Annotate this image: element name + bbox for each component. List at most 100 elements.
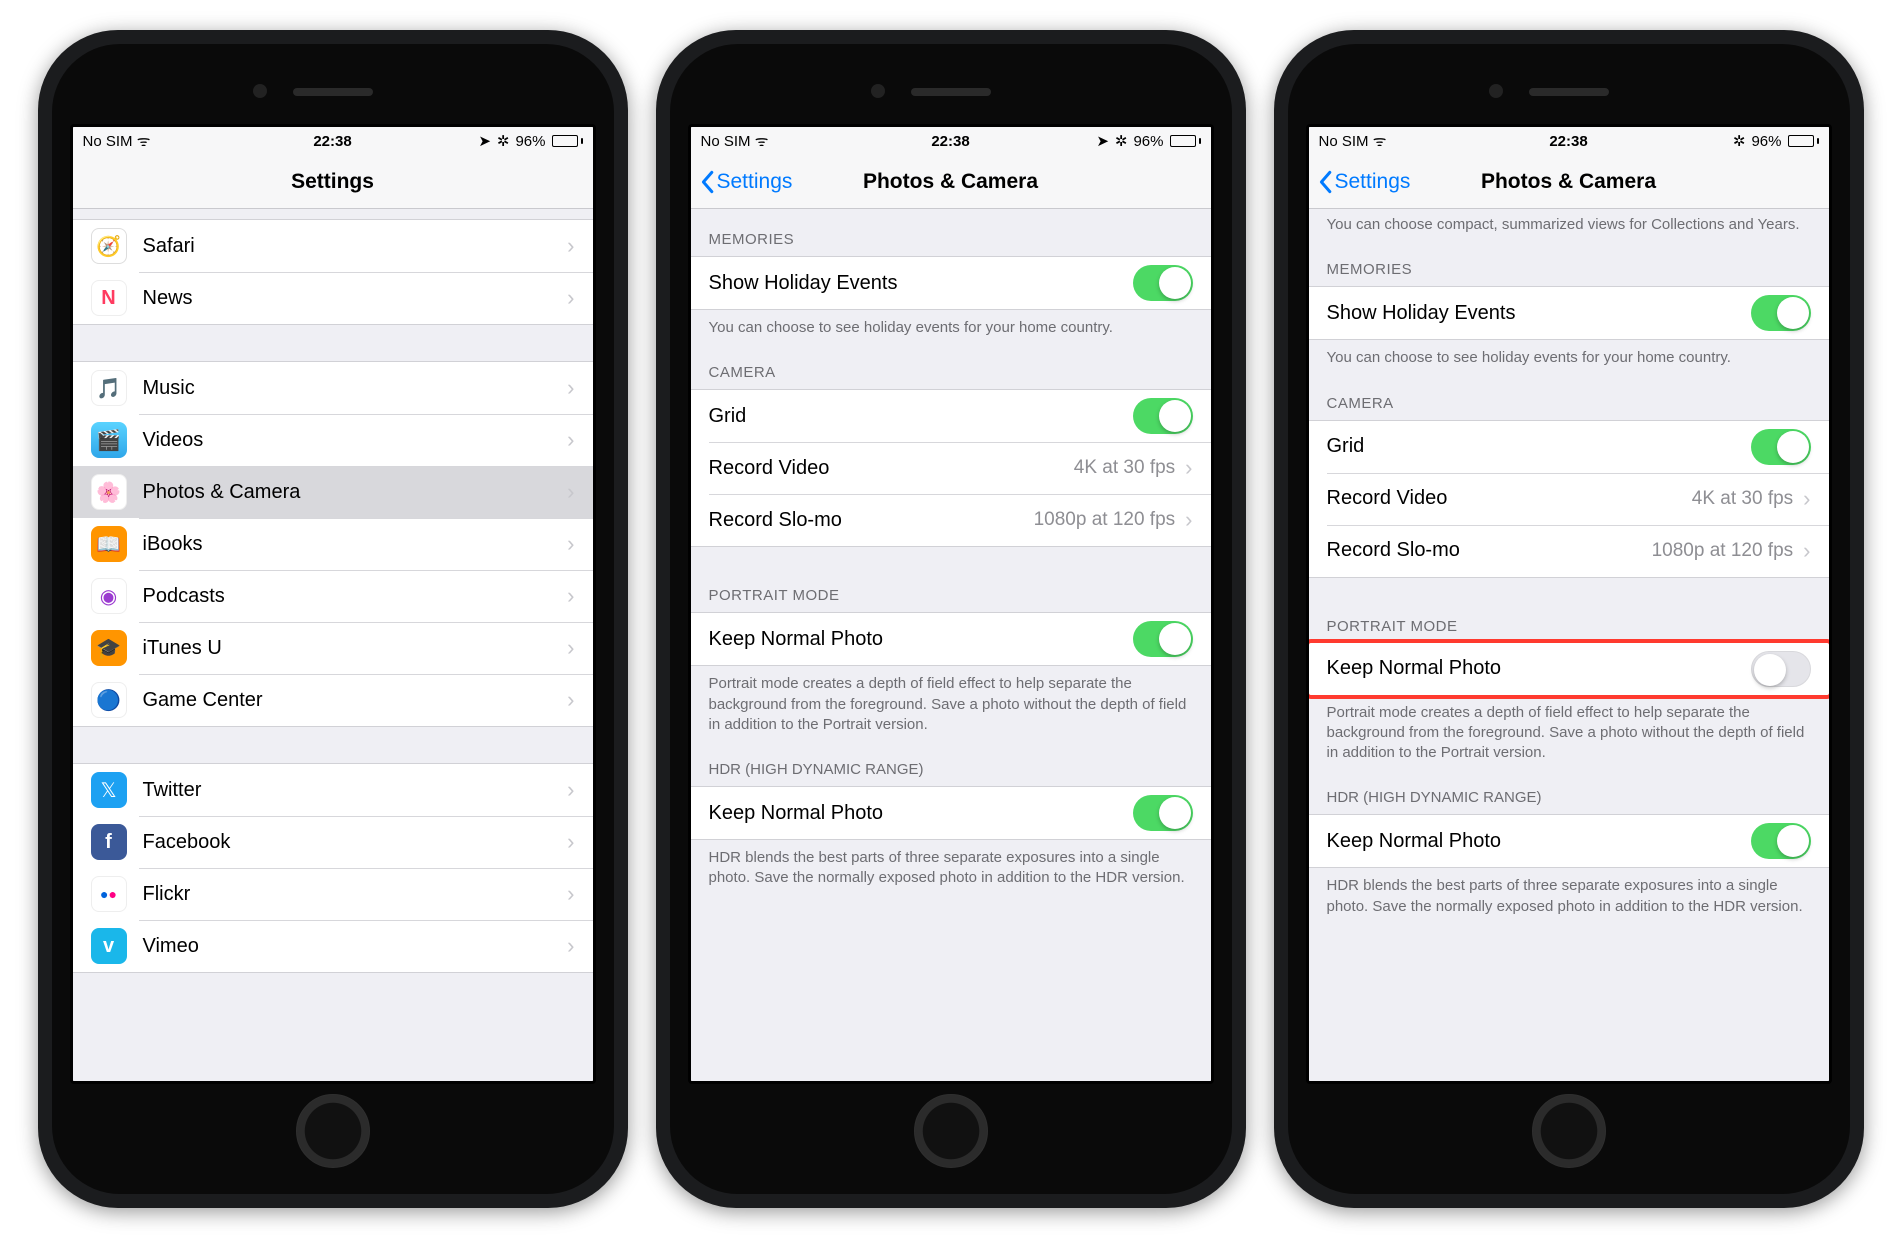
section-footer-memories: You can choose to see holiday events for…	[1309, 340, 1829, 372]
navbar: Settings Photos & Camera	[691, 155, 1211, 209]
row-label: Twitter	[143, 779, 568, 802]
music-icon: 🎵	[91, 370, 127, 406]
toggle-grid[interactable]	[1133, 398, 1193, 434]
settings-row-flickr[interactable]: ●● Flickr ›	[73, 868, 593, 920]
settings-row-photos-camera[interactable]: 🌸 Photos & Camera ›	[73, 466, 593, 518]
settings-row-ibooks[interactable]: 📖 iBooks ›	[73, 518, 593, 570]
row-label: Music	[143, 377, 568, 400]
settings-row-music[interactable]: 🎵 Music ›	[73, 362, 593, 414]
chevron-right-icon: ›	[567, 583, 574, 609]
settings-row-gamecenter[interactable]: 🔵 Game Center ›	[73, 674, 593, 726]
clock: 22:38	[73, 133, 593, 150]
row-record-slomo[interactable]: Record Slo-mo 1080p at 120 fps ›	[691, 494, 1211, 546]
section-footer-hdr: HDR blends the best parts of three separ…	[1309, 868, 1829, 921]
settings-row-vimeo[interactable]: v Vimeo ›	[73, 920, 593, 972]
page-title: Photos & Camera	[863, 170, 1038, 194]
toggle-show-holiday-events[interactable]	[1133, 265, 1193, 301]
row-grid[interactable]: Grid	[691, 390, 1211, 442]
home-button[interactable]	[296, 1094, 370, 1168]
settings-row-facebook[interactable]: f Facebook ›	[73, 816, 593, 868]
home-button[interactable]	[1532, 1094, 1606, 1168]
section-header-hdr: HDR (HIGH DYNAMIC RANGE)	[1309, 767, 1829, 814]
row-detail: 4K at 30 fps	[1692, 488, 1793, 510]
toggle-grid[interactable]	[1751, 429, 1811, 465]
row-portrait-keep-normal[interactable]: Keep Normal Photo	[1309, 643, 1829, 695]
section-header-portrait: PORTRAIT MODE	[1309, 578, 1829, 643]
row-label: Show Holiday Events	[709, 272, 1133, 295]
highlighted-portrait-row: Keep Normal Photo	[1309, 639, 1829, 699]
toggle-show-holiday-events[interactable]	[1751, 295, 1811, 331]
settings-row-safari[interactable]: 🧭 Safari ›	[73, 220, 593, 272]
toggle-portrait-keep-normal[interactable]	[1751, 651, 1811, 687]
row-grid[interactable]: Grid	[1309, 421, 1829, 473]
vimeo-icon: v	[91, 928, 127, 964]
row-label: Record Video	[709, 457, 1074, 480]
section-header-memories: MEMORIES	[691, 209, 1211, 256]
chevron-right-icon: ›	[1803, 486, 1810, 512]
row-label: Facebook	[143, 831, 568, 854]
row-hdr-keep-normal[interactable]: Keep Normal Photo	[1309, 815, 1829, 867]
row-label: Keep Normal Photo	[1327, 830, 1751, 853]
row-label: Grid	[709, 405, 1133, 428]
toggle-hdr-keep-normal[interactable]	[1751, 823, 1811, 859]
chevron-right-icon: ›	[567, 933, 574, 959]
row-show-holiday-events[interactable]: Show Holiday Events	[1309, 287, 1829, 339]
section-footer-memories: You can choose to see holiday events for…	[691, 310, 1211, 342]
row-label: News	[143, 287, 568, 310]
page-title: Photos & Camera	[1481, 170, 1656, 194]
status-bar: No SIM ᯤ 22:38 ➤ ✲ 96%	[691, 127, 1211, 155]
row-record-video[interactable]: Record Video 4K at 30 fps ›	[1309, 473, 1829, 525]
row-record-video[interactable]: Record Video 4K at 30 fps ›	[691, 442, 1211, 494]
top-note: You can choose compact, summarized views…	[1309, 209, 1829, 239]
settings-row-twitter[interactable]: 𝕏 Twitter ›	[73, 764, 593, 816]
itunesu-icon: 🎓	[91, 630, 127, 666]
row-portrait-keep-normal[interactable]: Keep Normal Photo	[691, 613, 1211, 665]
chevron-right-icon: ›	[567, 635, 574, 661]
settings-row-videos[interactable]: 🎬 Videos ›	[73, 414, 593, 466]
screen-photos-camera-off: No SIM ᯤ 22:38 ✲ 96% Settings Photos & C…	[1306, 124, 1832, 1084]
row-label: Record Video	[1327, 487, 1692, 510]
chevron-right-icon: ›	[1185, 507, 1192, 533]
row-label: Keep Normal Photo	[709, 628, 1133, 651]
screen-settings: No SIM ᯤ 22:38 ➤ ✲ 96% Settings 🧭 Safari…	[70, 124, 596, 1084]
flickr-icon: ●●	[91, 876, 127, 912]
row-detail: 1080p at 120 fps	[1652, 540, 1794, 562]
row-label: Vimeo	[143, 935, 568, 958]
row-label: Record Slo-mo	[709, 509, 1034, 532]
settings-row-news[interactable]: N News ›	[73, 272, 593, 324]
back-button[interactable]: Settings	[1317, 170, 1411, 194]
chevron-right-icon: ›	[567, 531, 574, 557]
home-button[interactable]	[914, 1094, 988, 1168]
settings-row-podcasts[interactable]: ◉ Podcasts ›	[73, 570, 593, 622]
toggle-portrait-keep-normal[interactable]	[1133, 621, 1193, 657]
row-hdr-keep-normal[interactable]: Keep Normal Photo	[691, 787, 1211, 839]
gamecenter-icon: 🔵	[91, 682, 127, 718]
status-bar: No SIM ᯤ 22:38 ✲ 96%	[1309, 127, 1829, 155]
row-record-slomo[interactable]: Record Slo-mo 1080p at 120 fps ›	[1309, 525, 1829, 577]
row-show-holiday-events[interactable]: Show Holiday Events	[691, 257, 1211, 309]
news-icon: N	[91, 280, 127, 316]
chevron-right-icon: ›	[567, 777, 574, 803]
row-label: Photos & Camera	[143, 481, 568, 504]
ibooks-icon: 📖	[91, 526, 127, 562]
row-label: Keep Normal Photo	[709, 802, 1133, 825]
row-label: Show Holiday Events	[1327, 302, 1751, 325]
navbar: Settings Photos & Camera	[1309, 155, 1829, 209]
chevron-right-icon: ›	[567, 829, 574, 855]
chevron-right-icon: ›	[567, 285, 574, 311]
toggle-hdr-keep-normal[interactable]	[1133, 795, 1193, 831]
section-header-memories: MEMORIES	[1309, 239, 1829, 286]
settings-row-itunesu[interactable]: 🎓 iTunes U ›	[73, 622, 593, 674]
section-header-camera: CAMERA	[691, 342, 1211, 389]
facebook-icon: f	[91, 824, 127, 860]
status-bar: No SIM ᯤ 22:38 ➤ ✲ 96%	[73, 127, 593, 155]
back-button[interactable]: Settings	[699, 170, 793, 194]
back-label: Settings	[717, 170, 793, 194]
clock: 22:38	[1309, 133, 1829, 150]
chevron-left-icon	[1317, 170, 1333, 194]
chevron-right-icon: ›	[1803, 538, 1810, 564]
row-label: iBooks	[143, 533, 568, 556]
podcasts-icon: ◉	[91, 578, 127, 614]
row-label: Podcasts	[143, 585, 568, 608]
photos-icon: 🌸	[91, 474, 127, 510]
